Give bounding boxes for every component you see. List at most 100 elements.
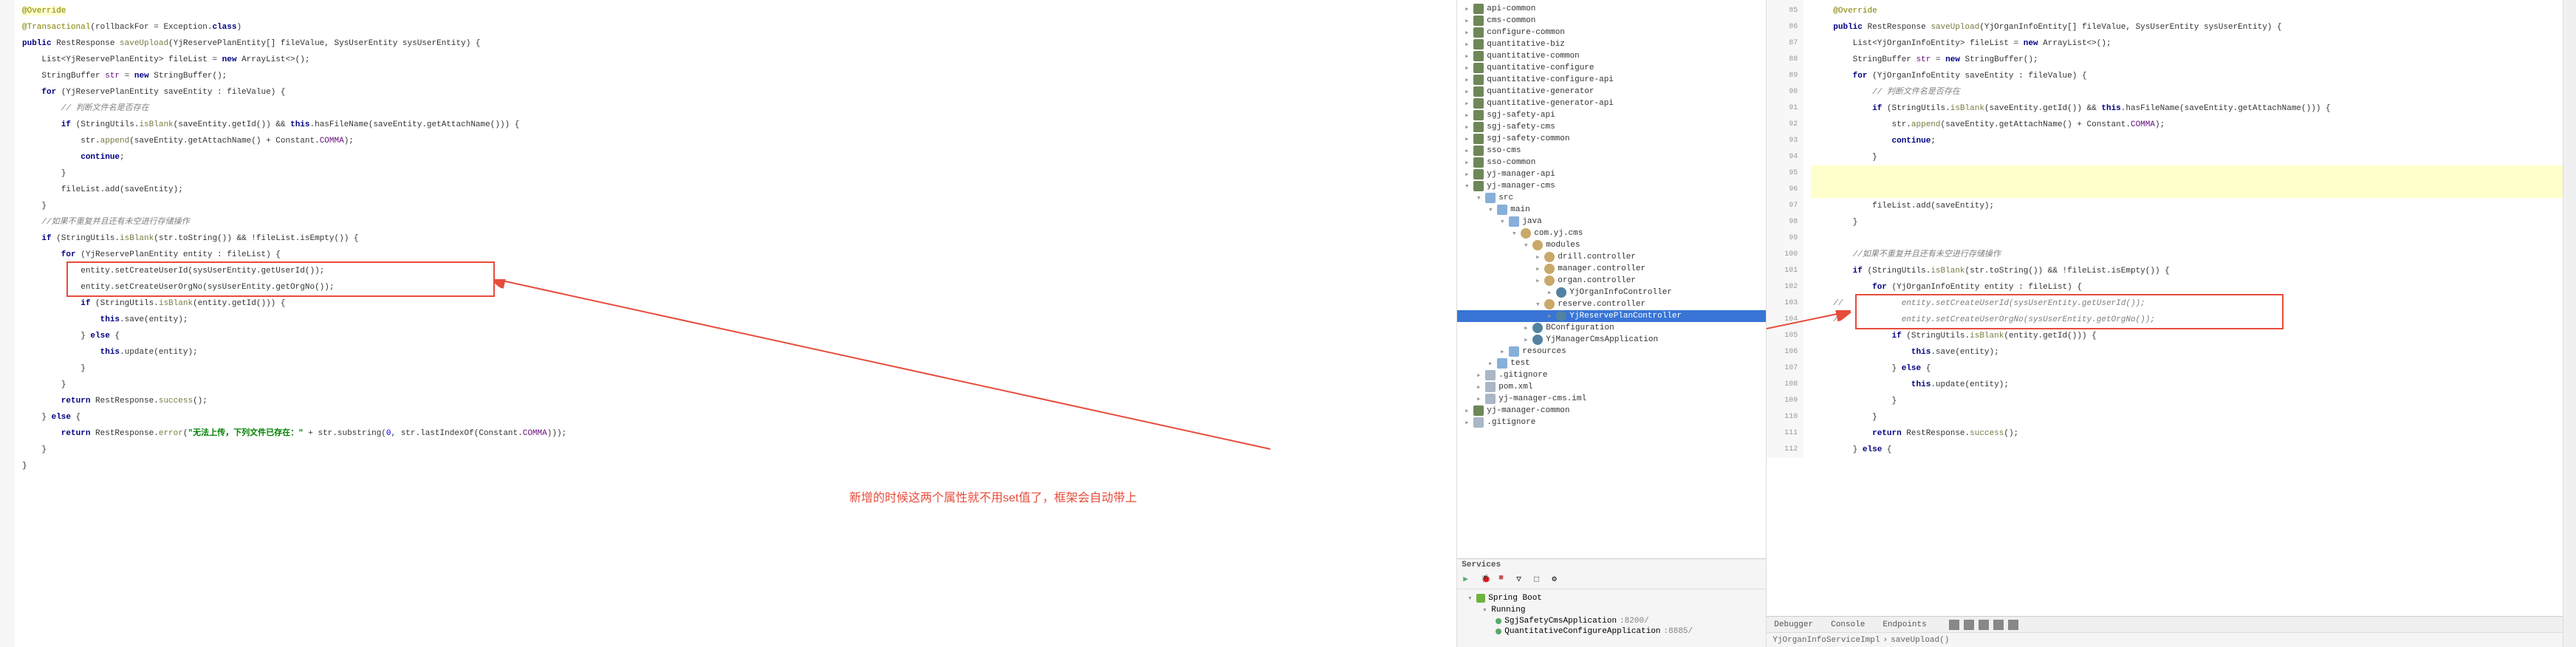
chevron-right-icon[interactable]: ▸ (1475, 382, 1482, 392)
spring-boot-node[interactable]: Spring Boot (1488, 594, 1542, 603)
code-line[interactable]: if (StringUtils.isBlank(saveEntity.getId… (1811, 100, 2576, 117)
run-icon[interactable]: ▶ (1463, 574, 1475, 586)
code-line[interactable]: @Override (1811, 3, 2576, 19)
tree-item-yjreserveplancontroller[interactable]: ▸YjReservePlanController (1457, 310, 1766, 322)
code-line[interactable]: for (YjReservePlanEntity saveEntity : fi… (0, 84, 1456, 100)
project-panel[interactable]: Persistence Web Structure Favorites ▸api… (1456, 0, 1767, 647)
run-to-cursor-icon[interactable] (1993, 620, 2004, 630)
tree-item-quantitative-configure-api[interactable]: ▸quantitative-configure-api (1457, 74, 1766, 86)
line-number[interactable]: 95 (1767, 165, 1803, 182)
code-line[interactable]: public RestResponse saveUpload(YjReserve… (0, 35, 1456, 52)
code-line[interactable]: str.append(saveEntity.getAttachName() + … (1811, 117, 2576, 133)
tree-item-modules[interactable]: ▾modules (1457, 239, 1766, 251)
code-line[interactable]: for (YjReservePlanEntity entity : fileLi… (0, 247, 1456, 263)
tree-item-sgj-safety-cms[interactable]: ▸sgj-safety-cms (1457, 121, 1766, 133)
tree-item-configure-common[interactable]: ▸configure-common (1457, 27, 1766, 38)
line-number[interactable]: 97 (1767, 198, 1803, 214)
code-line[interactable]: this.update(entity); (1811, 377, 2576, 393)
chevron-down-icon[interactable]: ▾ (1481, 605, 1488, 615)
tree-item-yj-manager-api[interactable]: ▸yj-manager-api (1457, 168, 1766, 180)
code-line[interactable]: } (1811, 214, 2576, 230)
tree-item-quantitative-biz[interactable]: ▸quantitative-biz (1457, 38, 1766, 50)
debugger-tab[interactable]: Debugger (1770, 619, 1818, 631)
app-node[interactable]: SgjSafetyCmsApplication (1504, 617, 1617, 626)
chevron-down-icon[interactable]: ▾ (1463, 181, 1470, 191)
code-line[interactable]: //如果不重复并且还有未空进行存储操作 (1811, 247, 2576, 263)
tree-item-java[interactable]: ▾java (1457, 216, 1766, 227)
tree-item-yjorganinfocontroller[interactable]: ▸YjOrganInfoController (1457, 287, 1766, 298)
line-number[interactable]: 100 (1767, 247, 1803, 263)
tree-item-cms-common[interactable]: ▸cms-common (1457, 15, 1766, 27)
tree-item-quantitative-common[interactable]: ▸quantitative-common (1457, 50, 1766, 62)
tree-item-manager-controller[interactable]: ▸manager.controller (1457, 263, 1766, 275)
line-number[interactable]: 88 (1767, 52, 1803, 68)
line-number[interactable]: 102 (1767, 279, 1803, 295)
code-line[interactable]: } (0, 165, 1456, 182)
line-number[interactable]: 92 (1767, 117, 1803, 133)
app-node[interactable]: QuantitativeConfigureApplication (1504, 627, 1660, 636)
debug-icon[interactable]: 🐞 (1481, 574, 1493, 586)
code-line[interactable]: for (YjOrganInfoEntity entity : fileList… (1811, 279, 2576, 295)
tree-item-sso-cms[interactable]: ▸sso-cms (1457, 145, 1766, 157)
tree-item--gitignore[interactable]: ▸.gitignore (1457, 417, 1766, 428)
code-line[interactable]: public RestResponse saveUpload(YjOrganIn… (1811, 19, 2576, 35)
chevron-right-icon[interactable]: ▸ (1463, 134, 1470, 144)
tree-item-yj-manager-cms[interactable]: ▾yj-manager-cms (1457, 180, 1766, 192)
breadcrumb[interactable]: YjOrganInfoServiceImpl › saveUpload() (1767, 632, 2576, 647)
code-line[interactable]: } else { (1811, 442, 2576, 458)
endpoints-tab[interactable]: Endpoints (1878, 619, 1931, 631)
chevron-right-icon[interactable]: ▸ (1498, 346, 1506, 357)
step-into-icon[interactable] (1964, 620, 1974, 630)
chevron-right-icon[interactable]: ▸ (1463, 39, 1470, 49)
chevron-right-icon[interactable]: ▸ (1463, 75, 1470, 85)
code-line[interactable]: this.save(entity); (1811, 344, 2576, 360)
chevron-right-icon[interactable]: ▸ (1487, 358, 1494, 369)
tree-item-yjmanagercmsapplication[interactable]: ▸YjManagerCmsApplication (1457, 334, 1766, 346)
code-line[interactable]: } else { (1811, 360, 2576, 377)
code-line[interactable]: } (1811, 409, 2576, 425)
code-line[interactable] (1811, 182, 2576, 198)
line-number[interactable]: 86 (1767, 19, 1803, 35)
tree-item-reserve-controller[interactable]: ▾reserve.controller (1457, 298, 1766, 310)
tree-item-src[interactable]: ▾src (1457, 192, 1766, 204)
code-line[interactable]: continue; (0, 149, 1456, 165)
chevron-right-icon[interactable]: ▸ (1522, 335, 1530, 345)
step-over-icon[interactable] (1949, 620, 1959, 630)
tree-item-pom-xml[interactable]: ▸pom.xml (1457, 381, 1766, 393)
chevron-down-icon[interactable]: ▾ (1522, 240, 1530, 250)
line-number[interactable]: 101 (1767, 263, 1803, 279)
chevron-down-icon[interactable]: ▾ (1498, 216, 1506, 227)
chevron-down-icon[interactable]: ▾ (1466, 593, 1473, 603)
chevron-right-icon[interactable]: ▸ (1463, 98, 1470, 109)
chevron-right-icon[interactable]: ▸ (1463, 27, 1470, 38)
code-line[interactable]: str.append(saveEntity.getAttachName() + … (0, 133, 1456, 149)
code-line[interactable]: @Transactional(rollbackFor = Exception.c… (0, 19, 1456, 35)
line-number[interactable]: 89 (1767, 68, 1803, 84)
chevron-right-icon[interactable]: ▸ (1463, 417, 1470, 428)
code-line[interactable]: } (1811, 149, 2576, 165)
expand-icon[interactable]: ⬚ (1534, 574, 1546, 586)
chevron-right-icon[interactable]: ▸ (1534, 275, 1541, 286)
project-tree[interactable]: ▸api-common▸cms-common▸configure-common▸… (1457, 0, 1766, 558)
chevron-right-icon[interactable]: ▸ (1463, 4, 1470, 14)
code-line[interactable]: if (StringUtils.isBlank(str.toString()) … (1811, 263, 2576, 279)
code-line[interactable]: //如果不重复并且还有未空进行存储操作 (0, 214, 1456, 230)
tree-item-drill-controller[interactable]: ▸drill.controller (1457, 251, 1766, 263)
chevron-right-icon[interactable]: ▸ (1522, 323, 1530, 333)
console-tab[interactable]: Console (1826, 619, 1869, 631)
code-line[interactable]: } (1811, 393, 2576, 409)
chevron-right-icon[interactable]: ▸ (1463, 146, 1470, 156)
line-number[interactable]: 96 (1767, 182, 1803, 198)
chevron-right-icon[interactable]: ▸ (1463, 122, 1470, 132)
code-line[interactable]: fileList.add(saveEntity); (1811, 198, 2576, 214)
code-line[interactable]: for (YjOrganInfoEntity saveEntity : file… (1811, 68, 2576, 84)
tree-item-sgj-safety-api[interactable]: ▸sgj-safety-api (1457, 109, 1766, 121)
settings-icon[interactable]: ⚙ (1552, 574, 1563, 586)
tree-item-sso-common[interactable]: ▸sso-common (1457, 157, 1766, 168)
services-panel[interactable]: Services ▶ 🐞 ■ ▽ ⬚ ⚙ ▾Spring Boot ▾Runni… (1457, 558, 1766, 647)
code-line[interactable]: fileList.add(saveEntity); (0, 182, 1456, 198)
tree-item-organ-controller[interactable]: ▸organ.controller (1457, 275, 1766, 287)
line-number[interactable]: 94 (1767, 149, 1803, 165)
tree-item-sgj-safety-common[interactable]: ▸sgj-safety-common (1457, 133, 1766, 145)
tree-item-quantitative-generator[interactable]: ▸quantitative-generator (1457, 86, 1766, 97)
